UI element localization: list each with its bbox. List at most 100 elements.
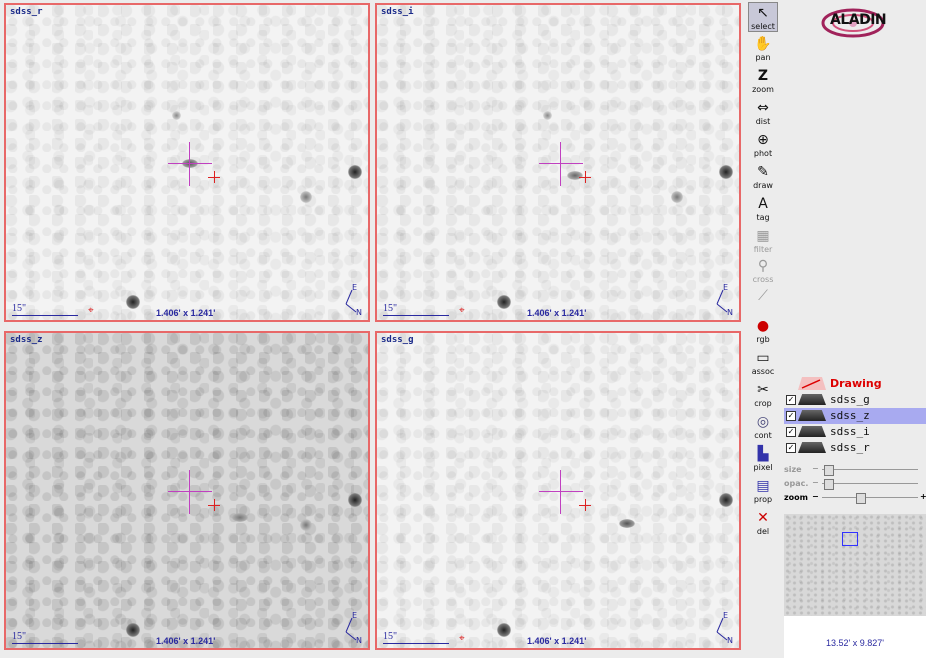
view-panel-sdss-i[interactable]: sdss_i 15" ⌖ 1.406' x 1.241' E N xyxy=(375,3,741,322)
galaxy xyxy=(232,513,248,522)
plane-stack: Drawing ✓ sdss_g ✓ sdss_z ✓ sdss_i ✓ sdss_r xyxy=(784,376,926,456)
view-panel-sdss-r[interactable]: sdss_r 15" ⌖ 1.406' x 1.241' E N xyxy=(4,3,370,322)
scale-bar xyxy=(383,315,449,316)
chart-icon: ▙ xyxy=(757,446,769,462)
plane-visibility-checkbox[interactable]: ✓ xyxy=(786,395,796,405)
pencil-icon: ✎ xyxy=(757,164,769,180)
cross-icon: ⚲ xyxy=(757,258,769,274)
tool-prop[interactable]: ▤ prop xyxy=(748,476,778,506)
panel-label: sdss_z xyxy=(10,335,43,345)
arrow-cursor-icon: ↖ xyxy=(757,5,769,21)
zoom-slider[interactable]: zoom − + xyxy=(784,492,926,504)
tool-del[interactable]: ✕ del xyxy=(748,508,778,538)
view-panel-sdss-z[interactable]: sdss_z 15" 1.406' x 1.241' E N xyxy=(4,331,370,650)
star xyxy=(172,111,181,120)
panel-label: sdss_i xyxy=(381,7,414,17)
slider-thumb[interactable] xyxy=(824,479,834,490)
plane-visibility-checkbox[interactable]: ✓ xyxy=(786,443,796,453)
star xyxy=(348,165,362,179)
target-marker xyxy=(579,171,591,183)
hand-icon: ✋ xyxy=(754,36,772,52)
plane-row-sdss-z[interactable]: ✓ sdss_z xyxy=(784,408,926,424)
target-icon: ⊕ xyxy=(757,132,769,148)
crosshair xyxy=(539,142,583,186)
drawing-plane[interactable]: Drawing xyxy=(784,376,926,392)
tool-graph[interactable]: ⟋ xyxy=(748,286,778,316)
slider-track xyxy=(822,469,918,470)
field-size-label: 1.406' x 1.241' xyxy=(527,636,587,646)
target-marker xyxy=(208,499,220,511)
tool-pixel[interactable]: ▙ pixel xyxy=(748,444,778,474)
overview-image xyxy=(784,514,926,616)
slider-track xyxy=(822,497,918,498)
compass-north-label: N xyxy=(727,308,733,316)
target-marker xyxy=(579,499,591,511)
plane-thumbnail xyxy=(798,442,826,453)
plane-thumbnail xyxy=(798,410,826,421)
plane-name: sdss_r xyxy=(830,441,870,454)
target-icon: ⌖ xyxy=(459,633,465,644)
size-slider-label: size xyxy=(784,465,802,474)
opacity-slider[interactable]: opac. − xyxy=(784,478,926,490)
overview-field-size: 13.52' x 9.827' xyxy=(826,638,884,648)
tool-draw[interactable]: ✎ draw xyxy=(748,162,778,192)
view-frame[interactable] xyxy=(842,532,858,546)
tool-pan[interactable]: ✋ pan xyxy=(748,34,778,64)
tool-filter[interactable]: ▦ filter xyxy=(748,226,778,256)
drawing-plane-icon xyxy=(798,377,826,390)
star xyxy=(719,493,733,507)
tool-tag[interactable]: Atag xyxy=(748,194,778,224)
opacity-slider-label: opac. xyxy=(784,479,809,488)
star xyxy=(300,519,312,531)
plane-visibility-checkbox[interactable]: ✓ xyxy=(786,427,796,437)
overview-panel[interactable]: 13.52' x 9.827' xyxy=(784,514,926,658)
crosshair xyxy=(539,470,583,514)
plane-row-sdss-g[interactable]: ✓ sdss_g xyxy=(784,392,926,408)
compass-north-label: N xyxy=(356,636,362,644)
star xyxy=(126,623,140,637)
star xyxy=(719,165,733,179)
slider-thumb[interactable] xyxy=(856,493,866,504)
field-size-label: 1.406' x 1.241' xyxy=(156,636,216,646)
plane-thumbnail xyxy=(798,426,826,437)
panel-label: sdss_g xyxy=(381,335,414,345)
tool-rgb[interactable]: ● rgb xyxy=(748,316,778,346)
scale-bar xyxy=(383,643,449,644)
tool-cont[interactable]: ◎ cont xyxy=(748,412,778,442)
tool-cross[interactable]: ⚲ cross xyxy=(748,256,778,286)
graph-icon: ⟋ xyxy=(758,288,768,304)
star xyxy=(126,295,140,309)
slider-track xyxy=(822,483,918,484)
contour-icon: ◎ xyxy=(756,414,770,430)
star xyxy=(671,191,683,203)
tool-phot[interactable]: ⊕ phot xyxy=(748,130,778,160)
properties-icon: ▤ xyxy=(756,478,770,494)
target-icon: ⌖ xyxy=(459,305,465,316)
scale-label: 15" xyxy=(12,303,27,314)
compass-icon: E N xyxy=(716,283,733,316)
tool-dist[interactable]: ⇔ dist xyxy=(748,98,778,128)
tool-select[interactable]: ↖ select xyxy=(748,2,778,32)
tool-assoc[interactable]: ▭ assoc xyxy=(748,348,778,378)
compass-east-label: E xyxy=(723,611,728,620)
tool-zoom[interactable]: Zzoom xyxy=(748,66,778,96)
size-slider[interactable]: size − xyxy=(784,464,926,476)
compass-east-label: E xyxy=(723,283,728,292)
field-size-label: 1.406' x 1.241' xyxy=(156,308,216,318)
scale-bar xyxy=(12,315,78,316)
compass-icon: E N xyxy=(345,611,362,644)
view-panel-sdss-g[interactable]: sdss_g 15" ⌖ 1.406' x 1.241' E N xyxy=(375,331,741,650)
drawing-plane-label: Drawing xyxy=(830,377,882,390)
scale-label: 15" xyxy=(383,631,398,642)
plane-thumbnail xyxy=(798,394,826,405)
plane-visibility-checkbox[interactable]: ✓ xyxy=(786,411,796,421)
filter-icon: ▦ xyxy=(756,228,770,244)
slider-thumb[interactable] xyxy=(824,465,834,476)
plane-row-sdss-r[interactable]: ✓ sdss_r xyxy=(784,440,926,456)
plane-name: sdss_i xyxy=(830,425,870,438)
plane-row-sdss-i[interactable]: ✓ sdss_i xyxy=(784,424,926,440)
crosshair xyxy=(168,142,212,186)
scale-label: 15" xyxy=(383,303,398,314)
tool-crop[interactable]: ✂ crop xyxy=(748,380,778,410)
scale-label: 15" xyxy=(12,631,27,642)
